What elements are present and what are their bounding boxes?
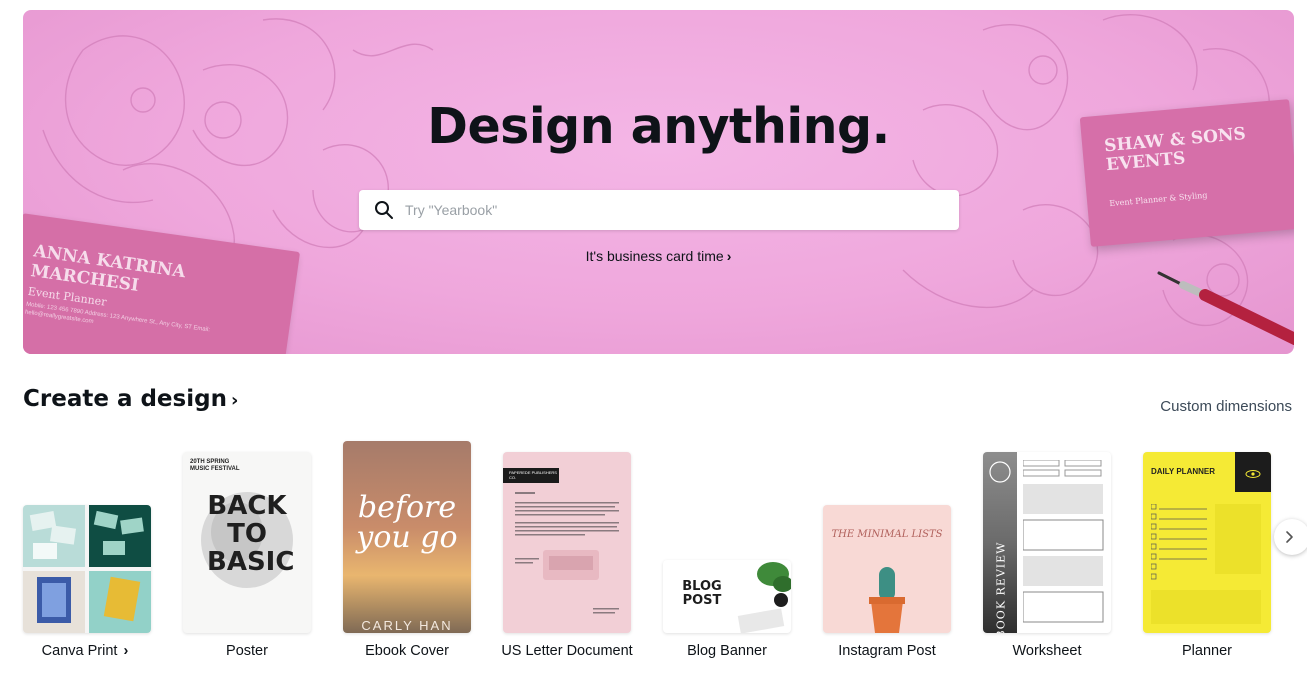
ebook-cover-thumbnail: before you go CARLY HAN: [343, 441, 471, 633]
instagram-post-label: Instagram Post: [838, 643, 936, 659]
hero-title: Design anything.: [427, 98, 890, 155]
promo-link-label: It's business card time: [585, 248, 724, 264]
card-role: Event Planner & Styling: [1108, 190, 1208, 209]
poster-main-text: BACK TO BASIC: [207, 491, 295, 577]
chevron-right-icon: ›: [123, 643, 129, 659]
planner-thumbnail: DAILY PLANNER: [1143, 452, 1271, 633]
chevron-right-icon: ›: [230, 390, 239, 411]
hero-banner: ANNA KATRINA MARCHESI Event Planner Mobi…: [23, 10, 1294, 354]
instagram-post-thumbnail: THE MINIMAL LISTS: [823, 505, 951, 633]
cactus-image: [869, 567, 905, 633]
ebook-title: before you go: [356, 490, 458, 555]
logo-icon: [989, 461, 1011, 483]
search-icon: [375, 201, 393, 219]
section-title-label: Create a design: [23, 386, 227, 412]
us-letter-thumbnail: PAPEREDE PUBLISHERS CO.: [503, 452, 631, 633]
template-label: Canva Print ›: [0, 643, 170, 659]
worksheet-thumbnail: BOOK REVIEW: [983, 452, 1111, 633]
document-text-lines: [515, 492, 619, 614]
chevron-right-icon: [1286, 531, 1293, 543]
print-products-image: [23, 505, 151, 633]
eye-icon: [1245, 470, 1261, 478]
poster-top-text: 20TH SPRING MUSIC FESTIVAL: [190, 459, 240, 472]
planner-lines: [1151, 504, 1261, 624]
worksheet-title: BOOK REVIEW: [994, 541, 1008, 633]
pen-image: [1157, 271, 1294, 345]
chevron-right-icon: ›: [726, 248, 732, 264]
ebook-cover-label: Ebook Cover: [365, 643, 449, 659]
blog-banner-label: Blog Banner: [687, 643, 767, 659]
poster-label: Poster: [226, 643, 268, 659]
instagram-post-title: THE MINIMAL LISTS: [831, 529, 943, 540]
poster-thumbnail: 20TH SPRING MUSIC FESTIVAL BACK TO BASIC: [183, 452, 311, 633]
us-letter-label: US Letter Document: [501, 643, 633, 659]
search-input[interactable]: [403, 190, 959, 230]
canva-print-label: Canva Print: [41, 643, 118, 659]
search-bar[interactable]: [359, 190, 959, 230]
planner-title: DAILY PLANNER: [1151, 467, 1216, 476]
plant-desk-image: [737, 562, 791, 633]
worksheet-label: Worksheet: [1012, 643, 1082, 659]
create-design-heading[interactable]: Create a design ›: [23, 386, 238, 412]
carousel-next-button[interactable]: [1274, 519, 1307, 555]
blog-banner-thumbnail: BLOG POST: [663, 560, 791, 633]
custom-dimensions-link[interactable]: Custom dimensions: [1160, 398, 1292, 415]
ebook-author: CARLY HAN: [361, 618, 453, 633]
promo-link[interactable]: It's business card time ›: [23, 248, 1294, 264]
worksheet-boxes: [1023, 460, 1104, 623]
card-info: Mobile: 123 456 7890 Address: 123 Anywhe…: [24, 301, 211, 334]
canva-print-thumbnail: [23, 505, 151, 633]
planner-label: Planner: [1182, 643, 1232, 659]
blog-banner-title: BLOG POST: [682, 579, 722, 608]
document-header: PAPEREDE PUBLISHERS CO.: [503, 468, 559, 483]
